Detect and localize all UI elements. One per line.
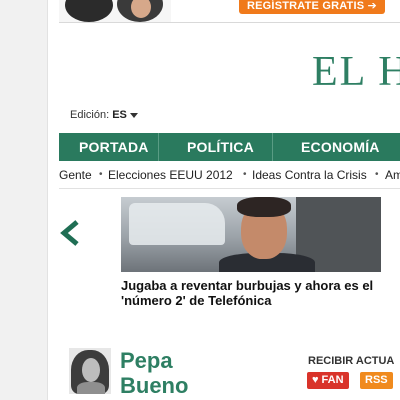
edition-label: Edición: (70, 109, 110, 121)
columnist-first-name: Pepa (120, 348, 173, 373)
main-nav: PORTADA POLÍTICA ECONOMÍA (59, 133, 400, 161)
columnist-last-name: Bueno (120, 373, 189, 398)
caret-down-icon (129, 112, 138, 118)
columnist-avatar[interactable] (69, 348, 111, 394)
sub-nav-item-gente[interactable]: Gente (59, 168, 92, 182)
sub-nav-item-ideas[interactable]: Ideas Contra la Crisis (252, 168, 367, 182)
bullet-icon: • (243, 169, 247, 180)
ad-image (59, 0, 171, 22)
site-logo[interactable]: EL H (312, 48, 400, 96)
register-free-button[interactable]: REGÍSTRATE GRATIS ➔ (239, 0, 385, 14)
bullet-icon: • (375, 169, 379, 180)
nav-item-portada[interactable]: PORTADA (79, 133, 149, 161)
chevron-left-icon[interactable] (57, 219, 85, 247)
columnist-name[interactable]: Pepa Bueno (120, 348, 280, 398)
featured-headline[interactable]: Jugaba a reventar burbujas y ahora es el… (121, 278, 381, 308)
heart-icon: ♥ (312, 374, 319, 386)
nav-divider (158, 133, 159, 161)
divider (59, 188, 400, 189)
sub-nav-item-elecciones[interactable]: Elecciones EEUU 2012 (108, 168, 233, 182)
sub-nav: Gente • Elecciones EEUU 2012 • Ideas Con… (59, 168, 400, 184)
featured-photo[interactable] (121, 197, 381, 272)
ad-banner[interactable]: REGÍSTRATE GRATIS ➔ (59, 0, 400, 23)
fan-label: FAN (321, 374, 344, 386)
edition-value: ES (112, 109, 127, 121)
receive-updates-label: RECIBIR ACTUA (308, 355, 395, 367)
nav-item-politica[interactable]: POLÍTICA (187, 133, 254, 161)
nav-item-economia[interactable]: ECONOMÍA (301, 133, 380, 161)
fan-button[interactable]: ♥ FAN (307, 372, 349, 389)
left-gutter (0, 0, 47, 400)
nav-divider (272, 133, 273, 161)
gutter-divider (47, 0, 48, 400)
sub-nav-item-am[interactable]: Am (385, 168, 400, 182)
rss-label: RSS (365, 374, 388, 386)
rss-button[interactable]: RSS (360, 372, 393, 389)
edition-selector[interactable]: Edición: ES (70, 109, 138, 121)
bullet-icon: • (99, 169, 103, 180)
